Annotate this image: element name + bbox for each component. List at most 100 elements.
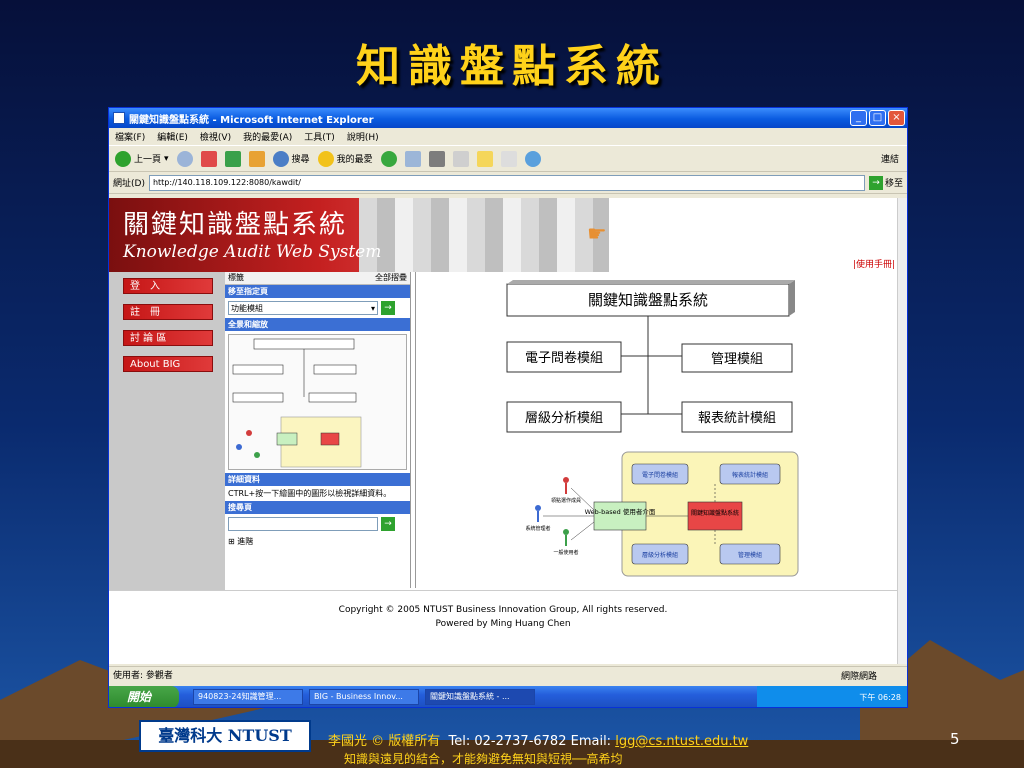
links-label[interactable]: 連結 xyxy=(881,152,899,165)
svg-text:關鍵知識盤點系統: 關鍵知識盤點系統 xyxy=(588,291,708,309)
refresh-icon[interactable] xyxy=(224,150,241,167)
svg-text:電子問卷模組: 電子問卷模組 xyxy=(642,471,678,479)
goto-arrow-icon[interactable]: → xyxy=(381,301,395,315)
user-manual-link[interactable]: |使用手冊| xyxy=(853,257,895,270)
minimize-button[interactable]: _ xyxy=(850,110,867,126)
svg-text:系統管理者: 系統管理者 xyxy=(525,525,550,532)
menu-bar: 檔案(F) 編輯(E) 檢視(V) 我的最愛(A) 工具(T) 說明(H) xyxy=(109,128,907,146)
diagram-thumbnail[interactable] xyxy=(228,334,407,470)
svg-text:領點選作成員: 領點選作成員 xyxy=(551,497,581,504)
banner-title: 關鍵知識盤點系統 xyxy=(123,210,348,240)
search-page-header[interactable]: 搜尋頁 xyxy=(225,501,410,514)
copyright-text: Copyright © 2005 NTUST Business Innovati… xyxy=(338,605,668,615)
nav-login[interactable]: 登 入 xyxy=(123,278,213,294)
forward-arrow-icon[interactable] xyxy=(176,150,193,167)
ie-window: 關鍵知識盤點系統 - Microsoft Internet Explorer _… xyxy=(108,107,908,708)
page-search-input[interactable] xyxy=(228,517,378,531)
messenger-icon[interactable] xyxy=(524,150,541,167)
menu-favorites[interactable]: 我的最愛(A) xyxy=(243,130,292,143)
ntust-logo: 臺灣科大 NTUST xyxy=(139,720,311,752)
svg-text:管理模組: 管理模組 xyxy=(738,551,762,559)
back-arrow-icon xyxy=(115,150,131,167)
nav-about[interactable]: About BIG xyxy=(123,356,213,372)
goto-page-header[interactable]: 移至指定頁 xyxy=(225,285,410,298)
left-top-box: 電子問卷模組 xyxy=(506,341,622,373)
contact-text: Tel: 02-2737-6782 Email: xyxy=(448,734,612,749)
site-footer: Copyright © 2005 NTUST Business Innovati… xyxy=(109,590,897,664)
clock[interactable]: 下午 06:28 xyxy=(859,692,901,703)
search-button[interactable]: 搜尋 xyxy=(272,150,310,167)
visio-side-pane: 標籤 全部摺疊 移至指定頁 功能模組 ▾ → 全景和縮放 詳細資料 CTRL+按… xyxy=(225,272,411,588)
research-icon[interactable] xyxy=(500,150,517,167)
taskbar-item-ie-kawdit[interactable]: 關鍵知識盤點系統 - ... xyxy=(425,689,535,705)
address-input[interactable]: http://140.118.109.122:8080/kawdit/ xyxy=(148,174,865,191)
hand-pointer-icon: ☛ xyxy=(587,222,607,247)
status-left: 使用者: 參觀者 xyxy=(113,671,173,681)
taskbar-item-powerpoint[interactable]: 940823-24知識管理... xyxy=(193,689,303,705)
toolbar: 上一頁 ▾ 搜尋 我的最愛 連結 xyxy=(109,146,907,172)
advanced-search-link[interactable]: ⊞ 進階 xyxy=(225,534,410,549)
module-diagram: 關鍵知識盤點系統 電子問卷模組 層級分析模組 管理模組 報表統計模組 電子問卷模… xyxy=(506,280,799,577)
go-arrow-icon: → xyxy=(868,175,883,190)
menu-file[interactable]: 檔案(F) xyxy=(115,130,145,143)
page-select[interactable]: 功能模組 ▾ xyxy=(228,301,378,315)
menu-help[interactable]: 說明(H) xyxy=(347,130,379,143)
pan-zoom-header[interactable]: 全景和縮放 xyxy=(225,318,410,331)
menu-tools[interactable]: 工具(T) xyxy=(304,130,335,143)
author-name: 李國光 © 版權所有 xyxy=(328,734,441,749)
page-number: 5 xyxy=(950,730,960,748)
go-button[interactable]: → 移至 xyxy=(868,175,903,190)
mail-icon[interactable] xyxy=(404,150,421,167)
status-bar: 使用者: 參觀者 網際網路 xyxy=(109,666,907,682)
pane-tab-label[interactable]: 標籤 xyxy=(228,272,244,284)
svg-text:層級分析模組: 層級分析模組 xyxy=(642,551,678,559)
taskbar-item-ie-big[interactable]: BIG - Business Innov... xyxy=(309,689,419,705)
start-button[interactable]: 開始 xyxy=(109,686,179,707)
discuss-icon[interactable] xyxy=(476,150,493,167)
favorites-button[interactable]: 我的最愛 xyxy=(317,150,373,167)
chevron-down-icon: ▾ xyxy=(370,303,375,313)
root-box: 關鍵知識盤點系統 xyxy=(506,280,795,317)
back-button[interactable]: 上一頁 ▾ xyxy=(115,150,169,167)
print-icon[interactable] xyxy=(428,150,445,167)
stop-icon[interactable] xyxy=(200,150,217,167)
right-bottom-box: 報表統計模組 xyxy=(681,401,793,433)
vertical-scrollbar[interactable] xyxy=(897,198,907,664)
svg-text:報表統計模組: 報表統計模組 xyxy=(698,410,776,426)
window-title: 關鍵知識盤點系統 - Microsoft Internet Explorer xyxy=(129,114,374,126)
menu-view[interactable]: 檢視(V) xyxy=(200,130,231,143)
title-bar[interactable]: 關鍵知識盤點系統 - Microsoft Internet Explorer xyxy=(109,108,907,128)
history-icon[interactable] xyxy=(380,150,397,167)
details-text: CTRL+按一下繪圖中的圖形以檢視詳細資料。 xyxy=(228,489,392,498)
svg-text:一般使用者: 一般使用者 xyxy=(553,549,578,556)
architecture-diagram: 電子問卷模組 報表統計模組 層級分析模組 管理模組 Web-based 使用者介… xyxy=(525,451,799,577)
page-content: 關鍵知識盤點系統 Knowledge Audit Web System ☛ |使… xyxy=(109,198,907,664)
powered-by-text: Powered by Ming Huang Chen xyxy=(435,619,571,629)
details-header[interactable]: 詳細資料 xyxy=(225,473,410,486)
svg-text:管理模組: 管理模組 xyxy=(711,352,763,367)
diagram-view[interactable]: 關鍵知識盤點系統 電子問卷模組 層級分析模組 管理模組 報表統計模組 電子問卷模… xyxy=(415,272,897,588)
address-label: 網址(D) xyxy=(113,179,145,189)
email-link[interactable]: lgg@cs.ntust.edu.tw xyxy=(615,734,748,749)
search-go-icon[interactable]: → xyxy=(381,517,395,531)
status-zone: 網際網路 xyxy=(840,672,877,682)
nav-register[interactable]: 註 冊 xyxy=(123,304,213,320)
banner-subtitle: Knowledge Audit Web System xyxy=(123,242,382,262)
home-icon[interactable] xyxy=(248,150,265,167)
quote-text: 知識與遠見的結合，才能夠避免無知與短視──高希均 xyxy=(344,752,623,766)
left-bottom-box: 層級分析模組 xyxy=(506,401,622,433)
credit-line: 李國光 © 版權所有 Tel: 02-2737-6782 Email: lgg@… xyxy=(328,730,748,749)
nav-forum[interactable]: 討 論 區 xyxy=(123,330,213,346)
edit-icon[interactable] xyxy=(452,150,469,167)
svg-text:層級分析模組: 層級分析模組 xyxy=(525,411,603,426)
close-button[interactable]: × xyxy=(888,110,905,126)
maximize-button[interactable]: □ xyxy=(869,110,886,126)
right-top-box: 管理模組 xyxy=(681,343,793,373)
svg-text:報表統計模組: 報表統計模組 xyxy=(732,471,768,479)
thumbnail-svg xyxy=(232,338,362,468)
search-icon xyxy=(272,150,289,167)
slide-title: 知識盤點系統 xyxy=(356,41,668,92)
site-banner: 關鍵知識盤點系統 Knowledge Audit Web System ☛ |使… xyxy=(109,198,897,272)
collapse-all-link[interactable]: 全部摺疊 xyxy=(375,272,407,284)
menu-edit[interactable]: 編輯(E) xyxy=(157,130,188,143)
